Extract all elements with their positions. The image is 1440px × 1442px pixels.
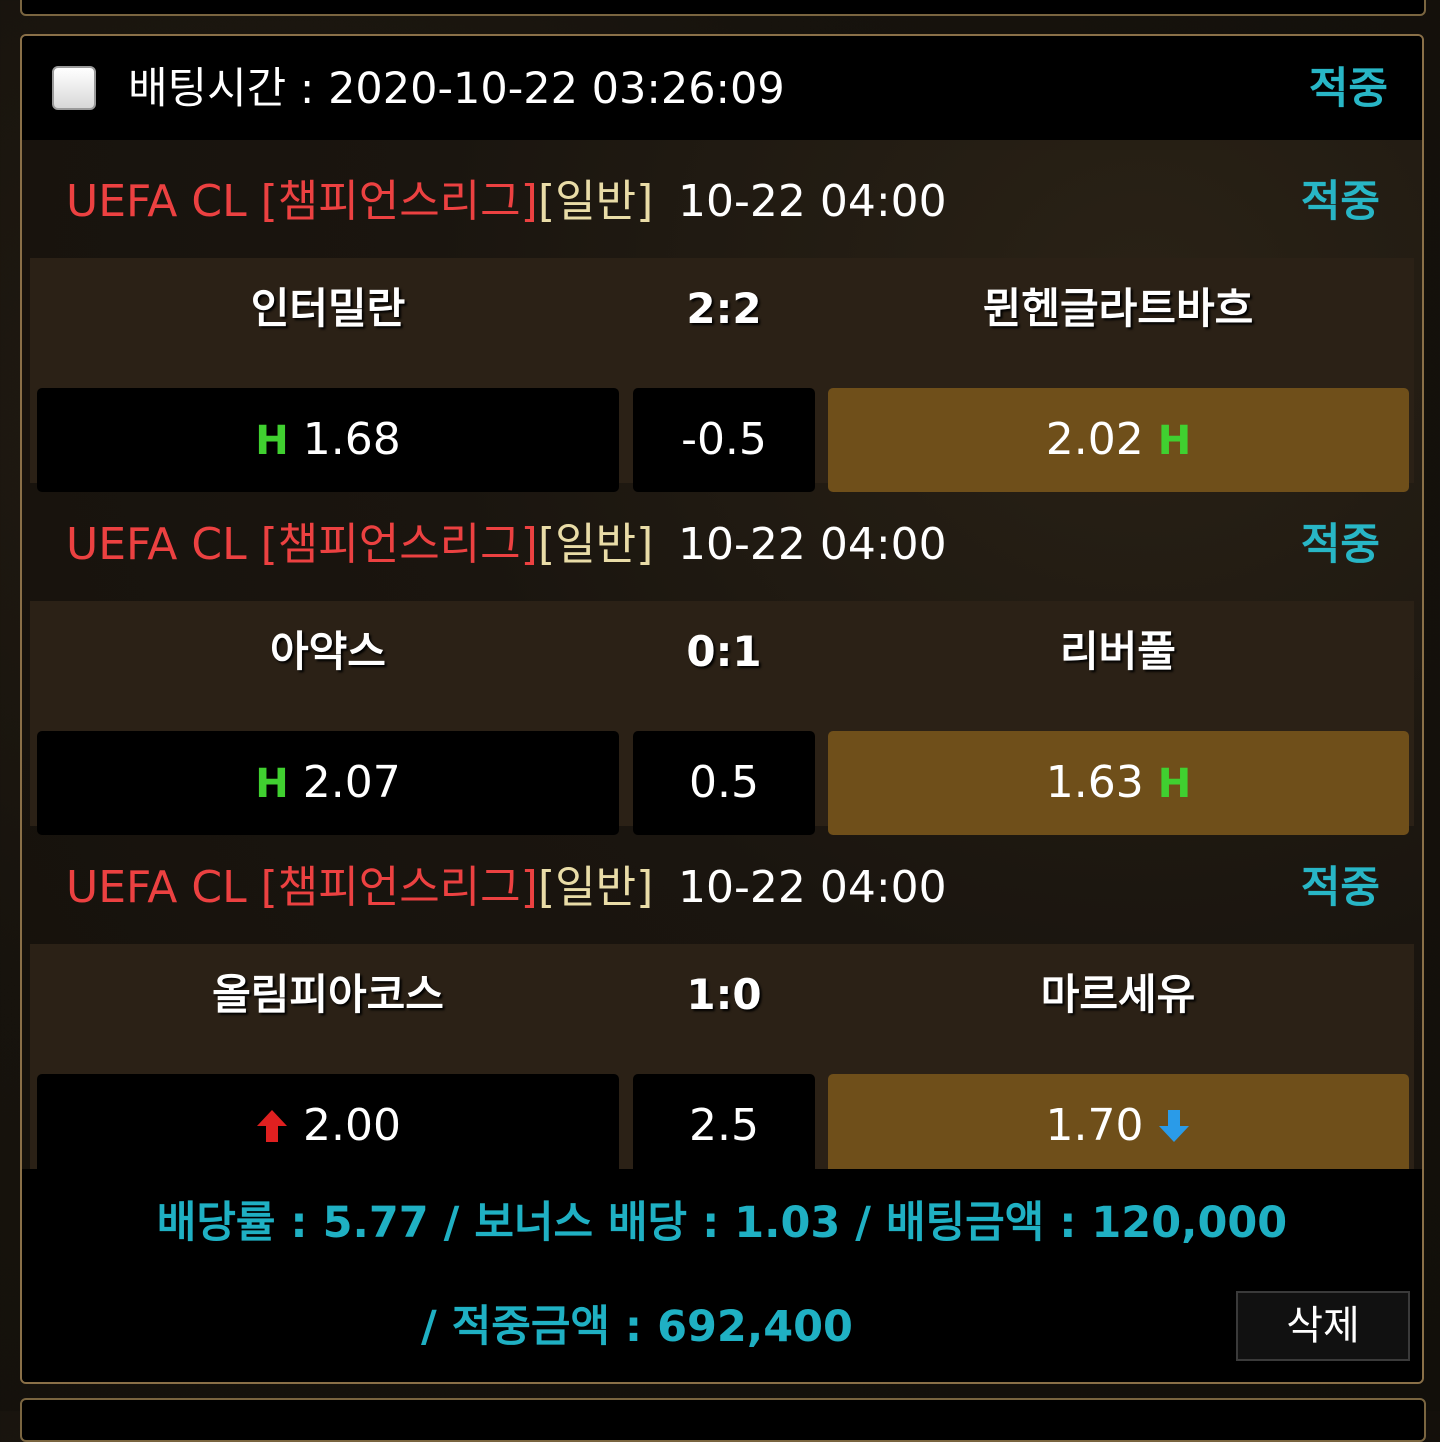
league-name: UEFA CL [챔피언스리그] xyxy=(66,176,538,227)
league-name: UEFA CL [챔피언스리그] xyxy=(66,862,538,913)
handicap-value: 0.5 xyxy=(689,757,759,808)
away-odds-button[interactable]: 2.02 H xyxy=(828,388,1409,492)
summary-odds-line: 배당률 : 5.77 / 보너스 배당 : 1.03 / 배팅금액 : 120,… xyxy=(156,1198,1288,1248)
away-team: 리버풀 xyxy=(1060,627,1176,676)
away-odds-value: 2.02 xyxy=(1045,414,1144,465)
handicap-value-box: 0.5 xyxy=(633,731,815,835)
away-odds-button[interactable]: 1.63 H xyxy=(828,731,1409,835)
kickoff-time: 10-22 04:00 xyxy=(678,176,947,227)
match-row: 아약스 0:1 리버풀 H 2.07 0.5 1.63 H xyxy=(30,601,1414,835)
bet-slip-header: 배팅시간 : 2020-10-22 03:26:09 적중 xyxy=(22,36,1422,140)
game-status: 적중 xyxy=(1300,177,1380,227)
bet-type: [일반] xyxy=(538,519,654,570)
previous-bet-card xyxy=(20,0,1426,16)
game-item: UEFA CL [챔피언스리그] [일반] 10-22 04:00 적중 올림피… xyxy=(22,826,1422,1178)
bet-type: [일반] xyxy=(538,176,654,227)
handicap-value-box: 2.5 xyxy=(633,1074,815,1178)
bet-slip-card: 배팅시간 : 2020-10-22 03:26:09 적중 UEFA CL [챔… xyxy=(20,34,1424,1384)
home-odds-value: 2.07 xyxy=(302,757,401,808)
away-team: 마르세유 xyxy=(1040,970,1196,1019)
handicap-marker-icon: H xyxy=(1157,761,1192,807)
game-item: UEFA CL [챔피언스리그] [일반] 10-22 04:00 적중 인터밀… xyxy=(22,140,1422,492)
kickoff-time: 10-22 04:00 xyxy=(678,519,947,570)
away-odds-button[interactable]: 1.70 xyxy=(828,1074,1409,1178)
handicap-marker-icon: H xyxy=(255,761,289,807)
home-odds-button[interactable]: 2.00 xyxy=(37,1074,619,1178)
bet-type: [일반] xyxy=(538,862,654,913)
kickoff-time: 10-22 04:00 xyxy=(678,862,947,913)
select-checkbox[interactable] xyxy=(52,66,96,110)
home-odds-value: 2.00 xyxy=(303,1100,401,1151)
away-odds-value: 1.70 xyxy=(1045,1100,1144,1151)
bet-status: 적중 xyxy=(1308,64,1388,114)
game-info-row: UEFA CL [챔피언스리그] [일반] 10-22 04:00 적중 xyxy=(22,483,1422,601)
bet-time: 배팅시간 : 2020-10-22 03:26:09 xyxy=(128,64,785,114)
handicap-marker-icon: H xyxy=(255,418,289,464)
game-info-row: UEFA CL [챔피언스리그] [일반] 10-22 04:00 적중 xyxy=(22,140,1422,258)
bet-summary: 배당률 : 5.77 / 보너스 배당 : 1.03 / 배팅금액 : 120,… xyxy=(22,1169,1422,1382)
summary-win-amount: / 적중금액 : 692,400 xyxy=(421,1302,853,1352)
away-odds-value: 1.63 xyxy=(1045,757,1144,808)
home-team: 아약스 xyxy=(270,627,386,676)
handicap-value: -0.5 xyxy=(681,414,767,465)
up-arrow-icon xyxy=(257,1110,288,1142)
handicap-value-box: -0.5 xyxy=(633,388,815,492)
match-row: 올림피아코스 1:0 마르세유 2.00 2.5 1.70 xyxy=(30,944,1414,1178)
home-odds-value: 1.68 xyxy=(302,414,401,465)
next-bet-card xyxy=(20,1398,1426,1442)
game-info-row: UEFA CL [챔피언스리그] [일반] 10-22 04:00 적중 xyxy=(22,826,1422,944)
final-score: 0:1 xyxy=(686,627,762,676)
home-team: 인터밀란 xyxy=(250,284,406,333)
game-status: 적중 xyxy=(1300,520,1380,570)
league-name: UEFA CL [챔피언스리그] xyxy=(66,519,538,570)
final-score: 1:0 xyxy=(686,970,762,1019)
home-team: 올림피아코스 xyxy=(212,970,444,1019)
home-odds-button[interactable]: H 2.07 xyxy=(37,731,619,835)
game-status: 적중 xyxy=(1300,863,1380,913)
final-score: 2:2 xyxy=(686,284,762,333)
match-row: 인터밀란 2:2 뮌헨글라트바흐 H 1.68 -0.5 2.02 H xyxy=(30,258,1414,492)
game-item: UEFA CL [챔피언스리그] [일반] 10-22 04:00 적중 아약스… xyxy=(22,483,1422,835)
down-arrow-icon xyxy=(1159,1110,1190,1142)
delete-button[interactable]: 삭제 xyxy=(1236,1291,1410,1361)
home-odds-button[interactable]: H 1.68 xyxy=(37,388,619,492)
away-team: 뮌헨글라트바흐 xyxy=(982,284,1254,333)
handicap-marker-icon: H xyxy=(1157,418,1192,464)
handicap-value: 2.5 xyxy=(689,1100,759,1151)
